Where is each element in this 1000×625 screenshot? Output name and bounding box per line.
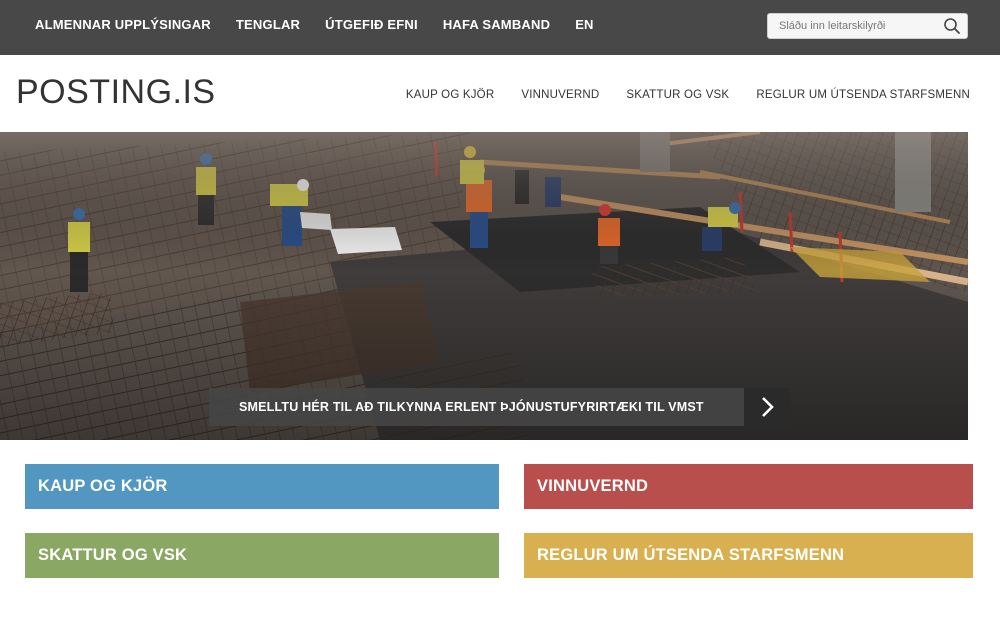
top-nav-contact[interactable]: HAFA SAMBAND [443,17,550,32]
main-nav-posted-workers[interactable]: REGLUR UM ÚTSENDA STARFSMENN [756,89,970,101]
tile-occupational-safety[interactable]: VINNUVERND [524,464,973,509]
tile-pay-terms[interactable]: KAUP OG KJÖR [25,464,499,509]
top-bar: ALMENNAR UPPLÝSINGAR TENGLAR ÚTGEFIÐ EFN… [0,0,1000,55]
main-nav-tax-vat[interactable]: SKATTUR OG VSK [626,89,729,101]
tile-posted-workers[interactable]: REGLUR UM ÚTSENDA STARFSMENN [524,533,973,578]
cta-label: SMELLTU HÉR TIL AÐ TILKYNNA ERLENT ÞJÓNU… [239,400,704,414]
main-nav-occupational-safety[interactable]: VINNUVERND [521,89,599,101]
top-nav-english[interactable]: EN [575,17,593,32]
search-icon[interactable] [943,17,961,35]
site-header: POSTING.IS KAUP OG KJÖR VINNUVERND SKATT… [0,55,1000,132]
chevron-right-icon[interactable] [744,388,790,426]
main-nav: KAUP OG KJÖR VINNUVERND SKATTUR OG VSK R… [379,89,970,101]
top-nav-general-info[interactable]: ALMENNAR UPPLÝSINGAR [35,17,211,32]
top-nav-publications[interactable]: ÚTGEFIÐ EFNI [325,17,418,32]
main-nav-pay-terms[interactable]: KAUP OG KJÖR [406,89,494,101]
search-input[interactable] [768,14,938,38]
tile-tax-vat[interactable]: SKATTUR OG VSK [25,533,499,578]
report-service-provider-cta[interactable]: SMELLTU HÉR TIL AÐ TILKYNNA ERLENT ÞJÓNU… [209,388,790,426]
top-nav-links[interactable]: TENGLAR [236,17,300,32]
search-box [767,13,968,39]
site-logo[interactable]: POSTING.IS [16,73,216,112]
top-nav: ALMENNAR UPPLÝSINGAR TENGLAR ÚTGEFIÐ EFN… [35,0,619,48]
